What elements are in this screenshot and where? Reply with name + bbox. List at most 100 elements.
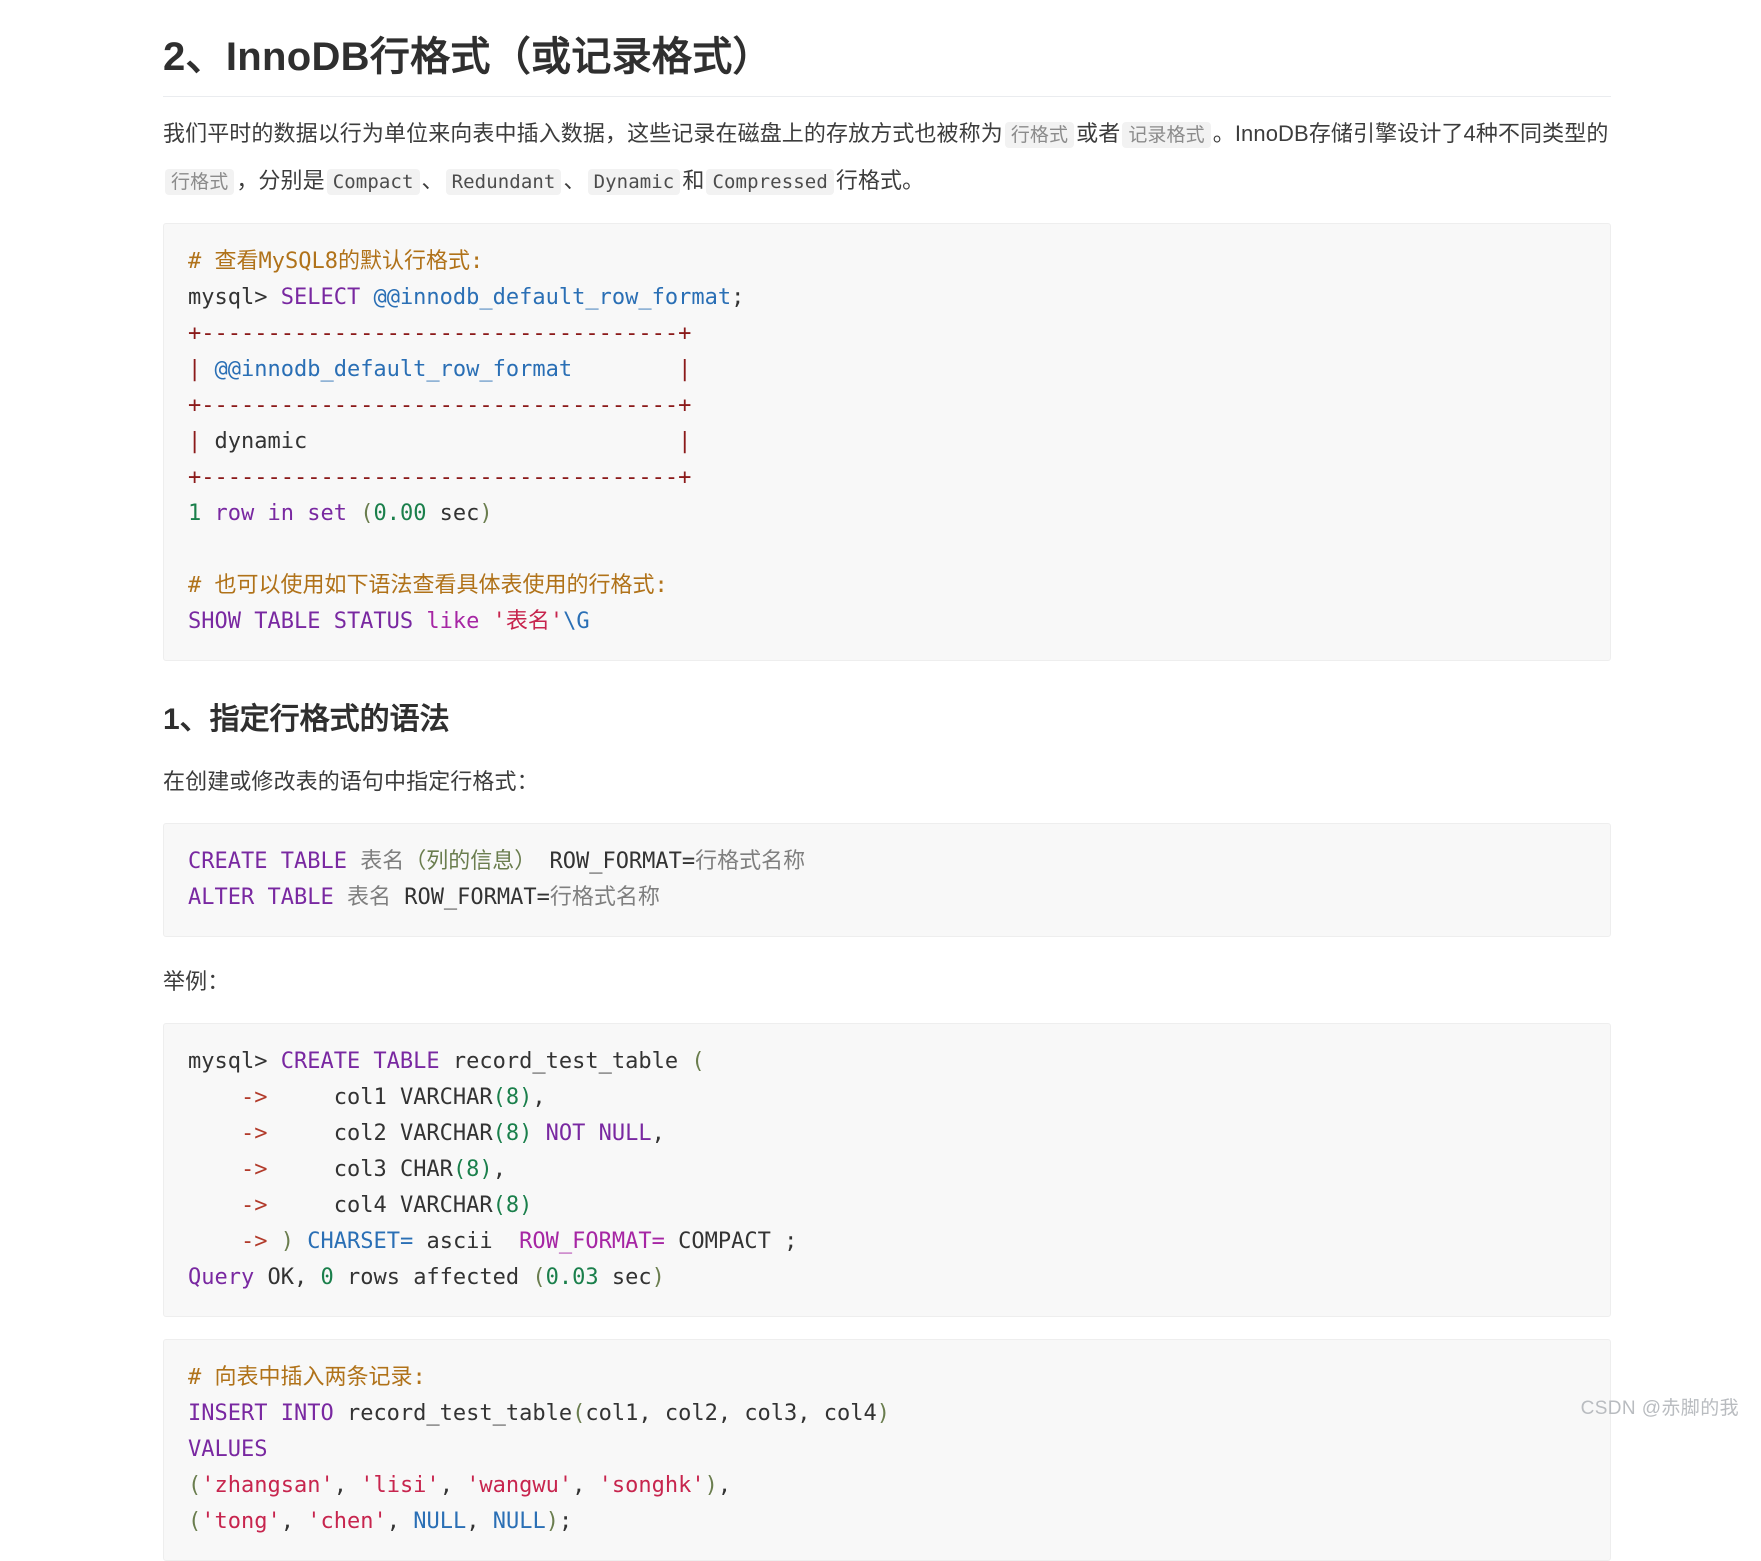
code-column-size-col4: (8) (492, 1193, 533, 1218)
code-insert-column-list: col1, col2, col3, col4 (585, 1401, 877, 1426)
code-row1-value-1: 'zhangsan' (201, 1473, 334, 1498)
intro-sep-1: 、 (421, 168, 444, 193)
code-arrow-3: -> (240, 1157, 268, 1182)
inline-tag-dynamic: Dynamic (587, 169, 681, 195)
code-arrow-1: -> (240, 1085, 268, 1110)
code-row1-comma: , (717, 1473, 732, 1498)
code-row1-sep-3: , (572, 1473, 599, 1498)
code-comma-1: , (532, 1085, 546, 1110)
code-charset-value: ascii (413, 1229, 520, 1254)
code-insert-cols-paren-open: ( (572, 1401, 586, 1426)
code-row2-semicolon: ; (558, 1509, 573, 1534)
code-rowformat-attr-1: ROW_FORMAT= (536, 849, 696, 874)
code-result-count: 1 (188, 501, 202, 526)
code-column-def-col4: col4 VARCHAR (333, 1193, 493, 1218)
code-row1-value-4: 'songhk' (598, 1473, 705, 1498)
inline-tag-compact: Compact (326, 169, 420, 195)
code-result-text: row in set (201, 501, 361, 526)
inline-tag-compressed: Compressed (706, 169, 834, 195)
code-keyword-charset: CHARSET= (293, 1229, 414, 1254)
code-query-keyword: Query (188, 1265, 255, 1290)
intro-text-part-3: 。InnoDB存储引擎设计了4种不同类型的 (1212, 121, 1609, 146)
code-table-pipe-1: | (188, 357, 202, 382)
document-content: 2、InnoDB行格式（或记录格式） 我们平时的数据以行为单位来向表中插入数据，… (163, 0, 1611, 1561)
intro-text-part-4: ，分别是 (236, 168, 325, 193)
code-query-sec: sec (598, 1265, 652, 1290)
code-comma-2: , (651, 1121, 665, 1146)
code-block-insert-records[interactable]: # 向表中插入两条记录: INSERT INTO record_test_tab… (163, 1339, 1611, 1561)
code-column-def-col3: col3 CHAR (333, 1157, 453, 1182)
syntax-paragraph: 在创建或修改表的语句中指定行格式： (163, 769, 539, 794)
code-row1-value-2: 'lisi' (360, 1473, 440, 1498)
code-paren-close-1: ) (280, 1229, 294, 1254)
code-row1-sep-1: , (333, 1473, 361, 1498)
code-row2-value-1: 'tong' (201, 1509, 281, 1534)
code-block-row-format-syntax[interactable]: CREATE TABLE 表名（列的信息） ROW_FORMAT=行格式名称 A… (163, 823, 1611, 937)
example-paragraph: 举例： (163, 969, 230, 994)
code-query-rows-affected: rows affected (333, 1265, 533, 1290)
code-placeholder-tablename-1: 表名 (346, 849, 405, 874)
code-query-ok: OK, (254, 1265, 321, 1290)
code-prompt-1: mysql> (188, 285, 281, 310)
document-page: 2、InnoDB行格式（或记录格式） 我们平时的数据以行为单位来向表中插入数据，… (0, 0, 1761, 1561)
code-result-paren-close: ) (479, 501, 493, 526)
code-table-value-cell: dynamic (201, 429, 679, 454)
code-table-pipe-2: | (678, 357, 692, 382)
intro-text-part-1: 我们平时的数据以行为单位来向表中插入数据，这些记录在磁盘上的存放方式也被称为 (163, 121, 1003, 146)
code-table-rule-3: +------------------------------------+ (188, 465, 692, 490)
code-row2-paren-close: ) (545, 1509, 559, 1534)
code-row2-value-2: 'chen' (307, 1509, 387, 1534)
intro-sep-3: 和 (682, 168, 705, 193)
code-row2-value-3-null: NULL (413, 1509, 467, 1534)
section-heading-syntax: 1、指定行格式的语法 (163, 703, 450, 736)
inline-tag-rowformat-1: 行格式 (1004, 122, 1075, 148)
code-row2-paren-open: ( (188, 1509, 202, 1534)
code-comment-3: # 向表中插入两条记录: (188, 1365, 426, 1390)
code-query-paren-close: ) (651, 1265, 665, 1290)
intro-text-part-5: 行格式。 (835, 168, 925, 193)
intro-sep-2: 、 (563, 168, 586, 193)
code-keyword-create-table-2: CREATE TABLE (280, 1049, 440, 1074)
code-result-paren-open: ( (360, 501, 374, 526)
code-string-tablename: '表名' (492, 609, 564, 634)
code-row2-sep-1: , (280, 1509, 308, 1534)
code-keyword-alter-table: ALTER TABLE (188, 885, 334, 910)
code-column-size-col1: (8) (492, 1085, 533, 1110)
code-comment-1: # 查看MySQL8的默认行格式: (188, 249, 484, 274)
code-comment-2: # 也可以使用如下语法查看具体表使用的行格式: (188, 573, 668, 598)
code-keyword-not-null: NOT NULL (532, 1121, 652, 1146)
code-keyword-like: like (413, 609, 493, 634)
code-keyword-row-format: ROW_FORMAT= (519, 1229, 665, 1254)
code-arrow-4: -> (240, 1193, 268, 1218)
code-block-default-row-format[interactable]: # 查看MySQL8的默认行格式: mysql> SELECT @@innodb… (163, 223, 1611, 661)
code-rowformat-attr-2: ROW_FORMAT= (390, 885, 550, 910)
intro-text-part-2: 或者 (1076, 121, 1121, 146)
code-column-size-col2: (8) (492, 1121, 533, 1146)
code-row-format-value: COMPACT ; (664, 1229, 798, 1254)
code-column-def-col1: col1 VARCHAR (333, 1085, 493, 1110)
code-paren-open-1: ( (691, 1049, 705, 1074)
code-block-create-record-test-table[interactable]: mysql> CREATE TABLE record_test_table ( … (163, 1023, 1611, 1317)
intro-paragraph: 我们平时的数据以行为单位来向表中插入数据，这些记录在磁盘上的存放方式也被称为 行格… (163, 111, 1611, 205)
inline-tag-rowformat-2: 行格式 (165, 169, 235, 195)
code-token-g-flag: \G (563, 609, 590, 634)
code-row1-value-3: 'wangwu' (466, 1473, 573, 1498)
code-insert-table-name: record_test_table (333, 1401, 573, 1426)
code-row1-paren-close: ) (704, 1473, 718, 1498)
csdn-watermark: CSDN @赤脚的我 (1580, 1398, 1739, 1419)
code-table-rule-2: +------------------------------------+ (188, 393, 692, 418)
inline-tag-recordformat: 记录格式 (1122, 122, 1211, 148)
code-placeholder-columns: （列的信息） (404, 849, 537, 874)
code-query-rowcount: 0 (320, 1265, 334, 1290)
code-comma-3: , (492, 1157, 506, 1182)
code-rowformat-value-2: 行格式名称 (549, 885, 660, 910)
code-result-sec: sec (426, 501, 480, 526)
code-query-time: 0.03 (545, 1265, 599, 1290)
code-table-pipe-3: | (188, 429, 202, 454)
code-query-paren-open: ( (532, 1265, 546, 1290)
code-keyword-insert-into: INSERT INTO (188, 1401, 334, 1426)
code-keyword-create-table: CREATE TABLE (188, 849, 347, 874)
code-identifier-record-test-table: record_test_table (439, 1049, 692, 1074)
code-semicolon-1: ; (731, 285, 745, 310)
code-column-size-col3: (8) (452, 1157, 493, 1182)
